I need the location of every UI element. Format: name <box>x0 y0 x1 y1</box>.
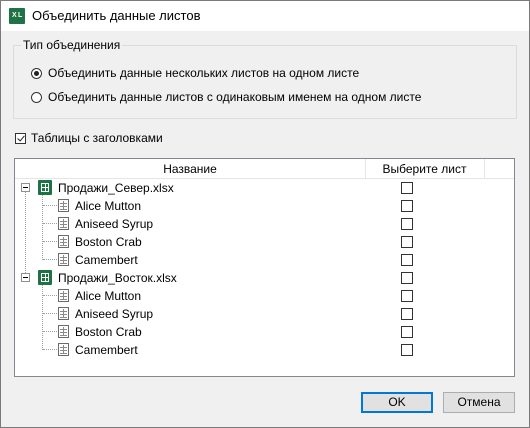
worksheet-icon <box>58 253 69 266</box>
collapse-toggle[interactable] <box>21 273 30 282</box>
collapse-toggle[interactable] <box>21 183 30 192</box>
sheet-name: Alice Mutton <box>75 199 142 213</box>
worksheet-icon <box>58 217 69 230</box>
sheet-name: Camembert <box>75 343 138 357</box>
workbook-name: Продажи_Север.xlsx <box>58 181 174 195</box>
column-header-select[interactable]: Выберите лист <box>365 162 484 176</box>
select-checkbox[interactable] <box>401 218 413 230</box>
column-divider[interactable] <box>484 159 485 178</box>
radio-button-checked[interactable] <box>31 67 42 79</box>
sheet-name: Camembert <box>75 253 138 267</box>
excel-app-icon: X L <box>9 8 25 24</box>
radio-merge-multiple-label: Объединить данные нескольких листов на о… <box>48 66 360 80</box>
worksheet-icon <box>58 343 69 356</box>
tree-row-sheet[interactable]: Boston Crab <box>15 233 514 251</box>
column-header-name[interactable]: Название <box>15 162 365 176</box>
merge-type-legend: Тип объединения <box>21 38 123 52</box>
tree-header: Название Выберите лист <box>15 159 514 179</box>
sheets-tree[interactable]: Название Выберите лист Продажи_Север.xls… <box>14 158 515 377</box>
radio-merge-multiple[interactable]: Объединить данные нескольких листов на о… <box>31 65 359 81</box>
excel-workbook-icon <box>38 270 52 285</box>
worksheet-icon <box>58 289 69 302</box>
headers-checkbox-label: Таблицы с заголовками <box>31 131 163 145</box>
worksheet-icon <box>58 199 69 212</box>
sheet-name: Aniseed Syrup <box>75 217 154 231</box>
select-checkbox[interactable] <box>401 326 413 338</box>
select-checkbox[interactable] <box>401 182 413 194</box>
ok-button[interactable]: OK <box>361 392 433 413</box>
workbook-name: Продажи_Восток.xlsx <box>58 271 177 285</box>
sheet-name: Alice Mutton <box>75 289 142 303</box>
headers-checkbox-row[interactable]: Таблицы с заголовками <box>15 131 163 145</box>
radio-merge-same-name-label: Объединить данные листов с одинаковым им… <box>48 90 422 104</box>
radio-merge-same-name[interactable]: Объединить данные листов с одинаковым им… <box>31 89 421 105</box>
select-checkbox[interactable] <box>401 272 413 284</box>
tree-row-workbook[interactable]: Продажи_Восток.xlsx <box>15 269 514 287</box>
sheet-name: Boston Crab <box>75 325 142 339</box>
select-checkbox[interactable] <box>401 200 413 212</box>
tree-row-sheet[interactable]: Boston Crab <box>15 323 514 341</box>
tree-row-sheet[interactable]: Aniseed Syrup <box>15 215 514 233</box>
worksheet-icon <box>58 325 69 338</box>
tree-row-sheet[interactable]: Camembert <box>15 341 514 359</box>
excel-workbook-icon <box>38 180 52 195</box>
sheet-name: Aniseed Syrup <box>75 307 154 321</box>
tree-row-sheet[interactable]: Camembert <box>15 251 514 269</box>
tree-row-sheet[interactable]: Alice Mutton <box>15 287 514 305</box>
select-checkbox[interactable] <box>401 344 413 356</box>
select-checkbox[interactable] <box>401 290 413 302</box>
title-bar: X L Объединить данные листов <box>1 1 529 31</box>
sheet-name: Boston Crab <box>75 235 142 249</box>
select-checkbox[interactable] <box>401 308 413 320</box>
select-checkbox[interactable] <box>401 236 413 248</box>
cancel-button[interactable]: Отмена <box>443 392 515 413</box>
tree-row-workbook[interactable]: Продажи_Север.xlsx <box>15 179 514 197</box>
tree-row-sheet[interactable]: Alice Mutton <box>15 197 514 215</box>
headers-checkbox[interactable] <box>15 132 26 144</box>
radio-button[interactable] <box>31 91 42 103</box>
tree-row-sheet[interactable]: Aniseed Syrup <box>15 305 514 323</box>
select-checkbox[interactable] <box>401 254 413 266</box>
dialog-window: X L Объединить данные листов Тип объедин… <box>0 0 530 428</box>
worksheet-icon <box>58 307 69 320</box>
merge-type-groupbox <box>13 45 517 119</box>
window-title: Объединить данные листов <box>32 8 201 23</box>
worksheet-icon <box>58 235 69 248</box>
